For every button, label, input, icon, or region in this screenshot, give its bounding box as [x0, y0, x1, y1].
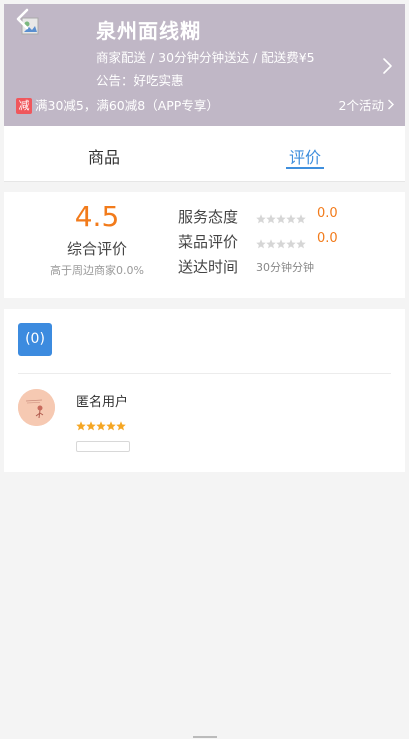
tab-goods[interactable]: 商品 — [88, 144, 120, 168]
overall-score-label: 综合评价 — [66, 240, 127, 258]
star-icon — [116, 421, 126, 431]
active-tab-indicator — [286, 167, 324, 169]
star-icon — [286, 239, 296, 249]
tab-reviews[interactable]: 评价 — [289, 144, 321, 168]
star-icon — [86, 421, 96, 431]
star-icon — [256, 214, 266, 224]
star-icon — [286, 214, 296, 224]
metric-label: 送达时间 — [178, 258, 239, 276]
star-icon — [266, 239, 276, 249]
star-icon — [266, 214, 276, 224]
metric-value: 0.0 — [317, 206, 338, 221]
metric-label: 服务态度 — [178, 208, 239, 226]
shop-notice: 公告：好吃实惠 — [96, 73, 184, 88]
star-icon — [106, 421, 116, 431]
review-count-button[interactable]: (0) — [18, 323, 52, 356]
shop-delivery-info: 商家配送 / 30分钟分钟送达 / 配送费¥5 — [96, 50, 315, 65]
star-icon — [276, 239, 286, 249]
delivery-time-value: 30分钟分钟 — [256, 261, 314, 274]
metric-value: 0.0 — [317, 231, 338, 246]
star-row — [76, 421, 126, 431]
rating-summary: 4.5 综合评价 高于周边商家0.0% 服务态度 0.0 菜品评价 0.0 送达… — [4, 192, 405, 298]
activities-link[interactable]: 2个活动 — [339, 98, 395, 114]
review-user-name: 匿名用户 — [76, 395, 129, 410]
star-icon — [276, 214, 286, 224]
star-icon — [296, 239, 306, 249]
star-icon — [76, 421, 86, 431]
chevron-right-icon — [383, 58, 392, 74]
review-list: (0) 匿名用户 — [4, 309, 405, 472]
avatar — [18, 389, 55, 426]
star-row — [256, 239, 306, 249]
home-indicator — [193, 736, 217, 738]
discount-badge: 减 — [16, 98, 32, 114]
promo-text: 满30减5，满60减8（APP专享） — [35, 98, 219, 113]
shop-header: 泉州面线糊 商家配送 / 30分钟分钟送达 / 配送费¥5 公告：好吃实惠 减 … — [4, 4, 405, 126]
chevron-right-icon — [387, 98, 395, 114]
metric-label: 菜品评价 — [178, 233, 239, 251]
shop-name: 泉州面线糊 — [96, 19, 201, 43]
rating-stars — [256, 235, 306, 249]
chevron-left-icon — [16, 8, 29, 30]
review-content-box — [76, 441, 130, 452]
back-button[interactable] — [10, 6, 40, 36]
score-comparison: 高于周边商家0.0% — [50, 264, 144, 277]
tab-bar: 商品 评价 — [4, 126, 405, 182]
divider — [18, 373, 391, 374]
rating-stars — [256, 210, 306, 224]
star-icon — [296, 214, 306, 224]
star-icon — [96, 421, 106, 431]
star-icon — [256, 239, 266, 249]
rating-stars — [76, 417, 126, 431]
overall-score: 4.5 — [74, 200, 120, 233]
shop-detail-arrow[interactable] — [382, 56, 394, 76]
star-row — [256, 214, 306, 224]
activities-label: 2个活动 — [338, 98, 384, 113]
